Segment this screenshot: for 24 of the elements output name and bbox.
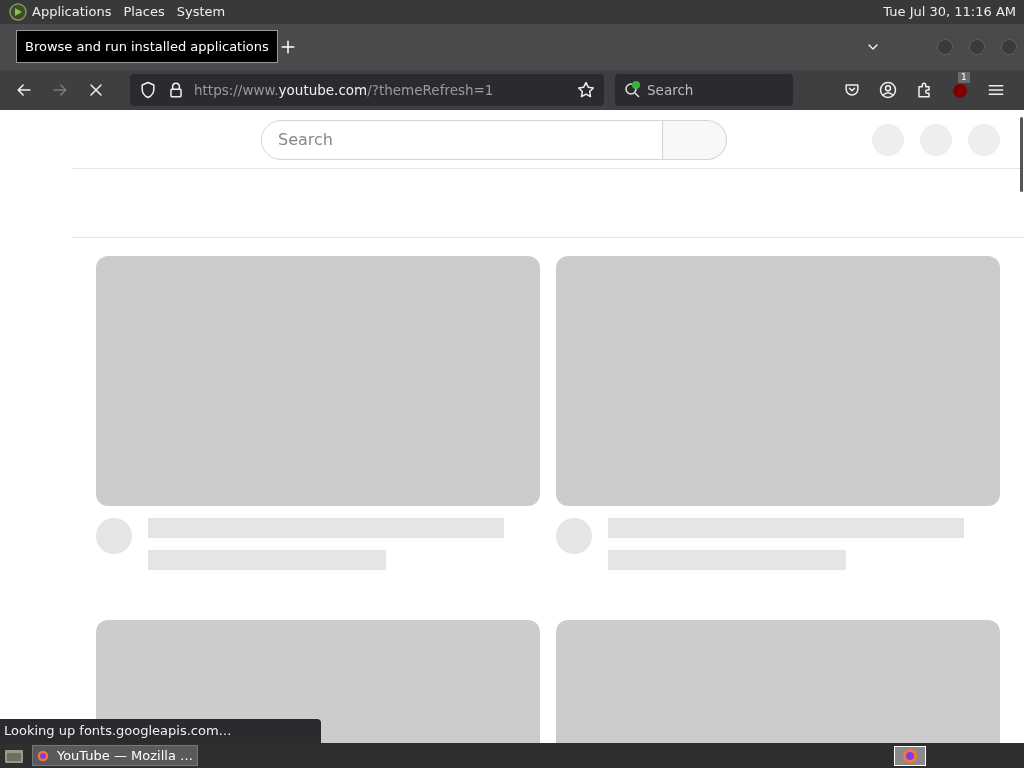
shield-icon[interactable] bbox=[138, 80, 158, 100]
search-icon bbox=[623, 80, 643, 100]
status-text: Looking up fonts.googleapis.com… bbox=[0, 719, 321, 743]
avatar-placeholder bbox=[556, 518, 592, 554]
clock: Tue Jul 30, 11:16 AM bbox=[883, 3, 1016, 22]
panel-menu[interactable]: Places bbox=[123, 2, 165, 22]
taskbar-window[interactable]: YouTube — Mozilla … bbox=[32, 745, 198, 766]
tooltip: Browse and run installed applications bbox=[16, 30, 278, 63]
star-icon[interactable] bbox=[576, 80, 596, 100]
show-desktop-icon[interactable] bbox=[4, 747, 24, 764]
app-menu-icon[interactable] bbox=[8, 2, 28, 22]
search-field[interactable]: Search bbox=[615, 74, 793, 106]
extension-badge: 1 bbox=[958, 72, 970, 83]
panel-menu[interactable]: System bbox=[176, 2, 226, 22]
avatar-placeholder bbox=[96, 518, 132, 554]
search-placeholder: Search bbox=[647, 80, 694, 100]
panel-menu[interactable]: Applications bbox=[32, 2, 112, 22]
video-search-placeholder: Search bbox=[278, 129, 333, 151]
url-bar[interactable]: https://www.youtube.com/?themeRefresh=1 bbox=[130, 74, 604, 106]
firefox-icon bbox=[902, 747, 918, 764]
scrollbar-thumb[interactable] bbox=[1020, 117, 1023, 192]
url-text: https://www.youtube.com/?themeRefresh=1 bbox=[194, 80, 494, 100]
account-icon[interactable] bbox=[878, 80, 898, 100]
workspace-switcher[interactable] bbox=[894, 745, 926, 766]
